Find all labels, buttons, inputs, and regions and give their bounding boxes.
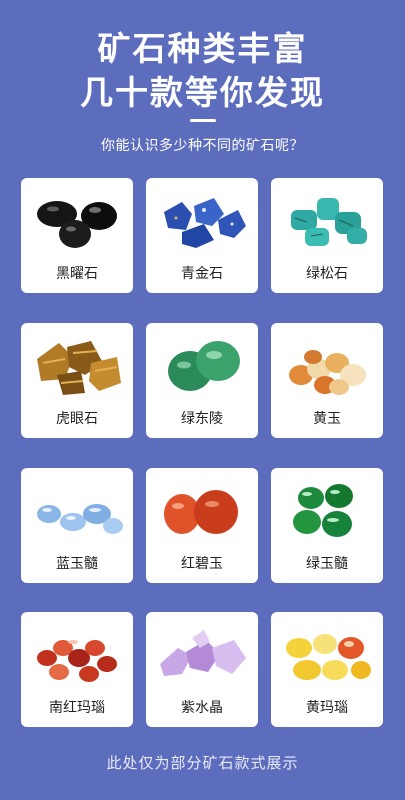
green-aventurine-image — [168, 341, 240, 391]
yellow-agate-image — [286, 634, 371, 680]
stone-card-south-red-agate: 南红玛瑙 — [21, 612, 133, 727]
stone-grid: 黑曜石 青金石 绿松石 虎眼石 绿东陵 黄玉 蓝玉髓 红碧玉 绿玉髓 南红玛瑙 … — [0, 0, 405, 800]
stone-card-green-chalcedony: 绿玉髓 — [271, 468, 383, 583]
stone-card-turquoise: 绿松石 — [271, 178, 383, 293]
stone-label: 南红玛瑙 — [49, 700, 105, 716]
blue-chalcedony-image — [37, 504, 123, 534]
stone-card-obsidian: 黑曜石 — [21, 178, 133, 293]
stone-label: 虎眼石 — [56, 411, 98, 427]
red-jasper-image — [164, 490, 238, 534]
green-chalcedony-image — [293, 484, 353, 537]
stone-label: 黑曜石 — [56, 266, 98, 282]
stone-label: 紫水晶 — [181, 700, 223, 716]
amethyst-image — [160, 630, 246, 676]
lapis-lazuli-image — [164, 198, 246, 248]
stone-card-tigers-eye: 虎眼石 — [21, 323, 133, 438]
obsidian-image — [37, 201, 117, 248]
stone-card-amethyst: 紫水晶 — [146, 612, 258, 727]
yellow-jade-image — [289, 350, 366, 395]
turquoise-image — [291, 198, 367, 246]
stone-card-yellow-jade: 黄玉 — [271, 323, 383, 438]
stone-label: 黄玉 — [313, 411, 341, 427]
south-red-agate-image — [37, 640, 117, 682]
stone-card-aventurine: 绿东陵 — [146, 323, 258, 438]
stone-card-yellow-agate: 黄玛瑙 — [271, 612, 383, 727]
stone-label: 黄玛瑙 — [306, 700, 348, 716]
stone-label: 绿松石 — [306, 266, 348, 282]
stone-label: 绿东陵 — [181, 411, 223, 427]
stone-card-lapis: 青金石 — [146, 178, 258, 293]
stone-label: 蓝玉髓 — [56, 556, 98, 572]
stone-card-blue-chalcedony: 蓝玉髓 — [21, 468, 133, 583]
footer-note: 此处仅为部分矿石款式展示 — [106, 754, 299, 772]
stone-card-red-jasper: 红碧玉 — [146, 468, 258, 583]
stone-label: 红碧玉 — [181, 556, 223, 572]
stone-label: 绿玉髓 — [306, 556, 348, 572]
tigers-eye-image — [37, 341, 121, 395]
stone-label: 青金石 — [181, 266, 223, 282]
